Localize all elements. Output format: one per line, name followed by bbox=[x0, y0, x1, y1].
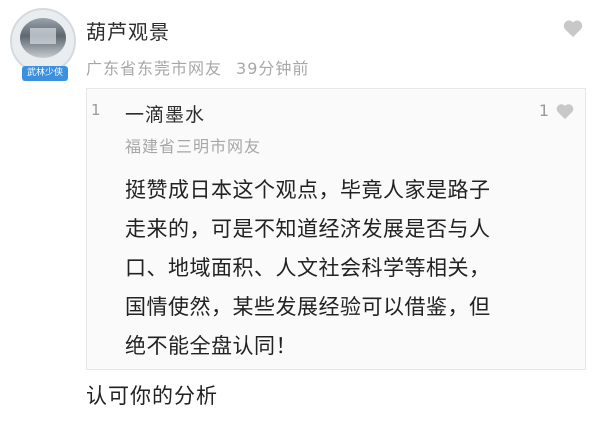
quote-like-count: 1 bbox=[538, 101, 549, 120]
avatar-image bbox=[20, 18, 66, 58]
quoted-comment: 1 一滴墨水 福建省三明市网友 1 挺赞成日本这个观点，毕竟人家是路子 走来的，… bbox=[86, 88, 586, 370]
heart-icon[interactable] bbox=[555, 102, 575, 120]
quote-line: 绝不能全盘认同！ bbox=[125, 334, 297, 358]
quote-line: 挺赞成日本这个观点，毕竟人家是路子 bbox=[125, 178, 491, 202]
user-badge: 武林少侠 bbox=[22, 66, 68, 81]
quote-floor-number: 1 bbox=[91, 101, 101, 119]
quote-username[interactable]: 一滴墨水 bbox=[125, 100, 205, 127]
comment-location: 广东省东莞市网友 bbox=[86, 59, 223, 78]
heart-icon[interactable] bbox=[562, 18, 584, 38]
quote-location: 福建省三明市网友 bbox=[125, 137, 262, 156]
quote-body: 挺赞成日本这个观点，毕竟人家是路子 走来的，可是不知道经济发展是否与人 口、地域… bbox=[125, 171, 575, 366]
comment-username[interactable]: 葫芦观景 bbox=[86, 16, 170, 45]
quote-line: 国情使然，某些发展经验可以借鉴，但 bbox=[125, 295, 491, 319]
quote-line: 走来的，可是不知道经济发展是否与人 bbox=[125, 217, 491, 241]
avatar[interactable] bbox=[10, 8, 76, 74]
quote-line: 口、地域面积、人文社会科学等相关， bbox=[125, 256, 491, 280]
comment-time: 39分钟前 bbox=[236, 59, 310, 78]
reply-text: 认可你的分析 bbox=[86, 384, 218, 408]
comment-meta: 广东省东莞市网友 39分钟前 bbox=[86, 55, 309, 79]
